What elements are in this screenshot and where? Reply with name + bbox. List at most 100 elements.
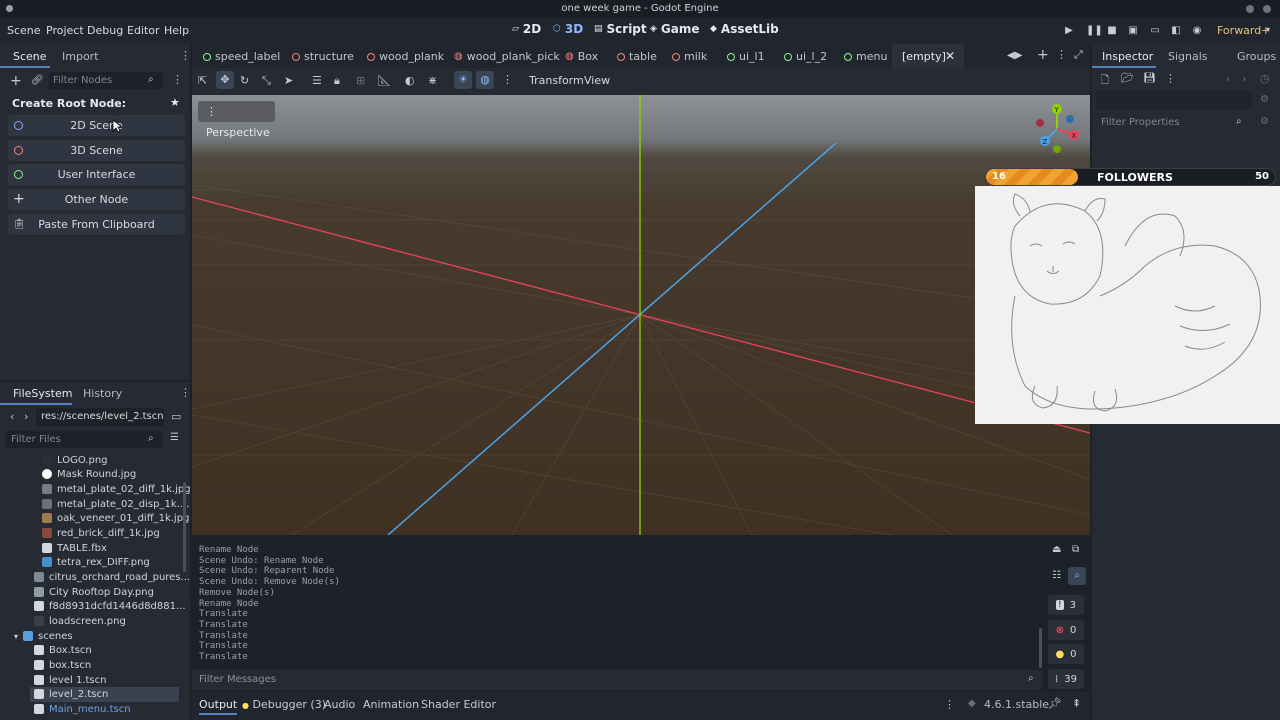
forward-icon[interactable]: › bbox=[24, 410, 28, 423]
star-icon[interactable]: ★ bbox=[170, 96, 180, 109]
folder-item[interactable]: ▾ scenes bbox=[14, 629, 73, 643]
add-tab-icon[interactable]: + bbox=[1037, 47, 1049, 63]
close-icon[interactable]: ✕ bbox=[945, 49, 955, 63]
list-item[interactable]: TABLE.fbx bbox=[42, 541, 107, 555]
scene-tab[interactable]: wood_plank bbox=[367, 50, 444, 63]
minimize-button[interactable] bbox=[1246, 5, 1254, 13]
save-icon[interactable]: 💾︎ bbox=[1143, 73, 1156, 84]
tab-history[interactable]: History bbox=[83, 387, 122, 400]
group-icon[interactable]: ⊞ bbox=[356, 74, 365, 87]
kebab-menu-icon[interactable]: ⋮ bbox=[1165, 72, 1176, 85]
filter-properties-input[interactable]: Filter Properties bbox=[1096, 114, 1252, 132]
view-gizmo[interactable]: Y X Z bbox=[1027, 101, 1087, 161]
tab-import[interactable]: Import bbox=[62, 50, 99, 63]
filter-files-input[interactable]: Filter Files bbox=[6, 431, 162, 448]
kebab-menu-icon[interactable]: ⋮ bbox=[180, 49, 191, 62]
environment-icon[interactable]: ◍ bbox=[476, 71, 494, 89]
workspace-game[interactable]: ◈ Game bbox=[650, 22, 700, 36]
list-item[interactable]: loadscreen.png bbox=[34, 614, 126, 628]
forward-icon[interactable]: › bbox=[1242, 72, 1246, 85]
settings-icon[interactable]: ⚙ bbox=[1260, 116, 1269, 127]
list-item[interactable]: metal_plate_02_disp_1k.... bbox=[42, 497, 189, 511]
list-item[interactable]: Mask Round.jpg bbox=[42, 467, 136, 481]
collapse-icon[interactable]: ☷ bbox=[1052, 570, 1061, 581]
distraction-free-icon[interactable]: ⤢ bbox=[1074, 48, 1083, 62]
3d-viewport[interactable]: ⋮ Perspective Y X Z bbox=[192, 95, 1090, 535]
list-item[interactable]: Box.tscn bbox=[34, 643, 92, 657]
close-window-button[interactable] bbox=[1263, 5, 1271, 13]
tab-output[interactable]: Output bbox=[199, 698, 238, 715]
kebab-menu-icon[interactable]: ⋮ bbox=[1056, 48, 1067, 61]
copy-icon[interactable]: ⧉ bbox=[1072, 544, 1079, 555]
history-icon[interactable]: ◷ bbox=[1260, 72, 1270, 85]
pin-icon[interactable]: 📌︎ bbox=[1048, 697, 1062, 710]
list-item[interactable]: metal_plate_02_diff_1k.jpg bbox=[42, 482, 191, 496]
new-resource-icon[interactable]: 🗋︎ bbox=[1101, 73, 1109, 90]
menu-editor[interactable]: Editor bbox=[127, 24, 160, 37]
paste-clipboard-button[interactable]: 📋︎ Paste From Clipboard bbox=[8, 214, 185, 235]
tab-filesystem[interactable]: FileSystem bbox=[13, 387, 72, 400]
workspace-3d[interactable]: ⬡ 3D bbox=[553, 22, 583, 36]
scale-icon[interactable]: ⤡ bbox=[262, 74, 271, 88]
scene-tab[interactable]: milk bbox=[672, 50, 707, 63]
list-item-selected[interactable]: level_2.tscn bbox=[34, 687, 108, 701]
filter-errors-button[interactable]: ⊗ 0 bbox=[1048, 620, 1084, 640]
filter-warnings-button[interactable]: ● 0 bbox=[1048, 644, 1084, 664]
movie-maker-icon[interactable]: ◉ bbox=[1192, 26, 1202, 36]
play-icon[interactable]: ▶ bbox=[1064, 26, 1074, 36]
link-icon[interactable]: 🔗︎ bbox=[31, 75, 44, 86]
menu-scene[interactable]: Scene bbox=[7, 24, 41, 37]
tab-animation[interactable]: Animation bbox=[363, 698, 419, 711]
scene-tab[interactable]: menu bbox=[844, 50, 887, 63]
add-node-icon[interactable]: + bbox=[10, 73, 22, 89]
filter-editor-button[interactable]: ⁞ 39 bbox=[1048, 669, 1084, 689]
lock-icon[interactable]: 🔒︎ bbox=[334, 74, 340, 88]
3d-scene-button[interactable]: 3D Scene bbox=[8, 140, 185, 161]
path-input[interactable]: res://scenes/level_2.tscn bbox=[36, 408, 164, 426]
kebab-menu-icon[interactable]: ⋮ bbox=[180, 386, 191, 399]
chevron-down-icon[interactable]: ▾ bbox=[1266, 25, 1270, 34]
scene-tab[interactable]: structure bbox=[292, 50, 354, 63]
tabs-scroll-icon[interactable]: ◀▶ bbox=[1007, 50, 1022, 61]
scene-tab[interactable]: table bbox=[617, 50, 657, 63]
kebab-menu-icon[interactable]: ⋮ bbox=[172, 73, 183, 86]
tab-inspector[interactable]: Inspector bbox=[1102, 50, 1153, 63]
object-menu-icon[interactable]: ⚙ bbox=[1260, 94, 1269, 105]
list-item[interactable]: red_brick_diff_1k.jpg bbox=[42, 526, 160, 540]
user-interface-button[interactable]: User Interface bbox=[8, 164, 185, 185]
list-item[interactable]: level 1.tscn bbox=[34, 673, 106, 687]
menu-help[interactable]: Help bbox=[164, 24, 189, 37]
move-icon[interactable]: ✥ bbox=[216, 71, 234, 89]
pointer-icon[interactable]: ➤ bbox=[284, 74, 293, 87]
renderer-select[interactable]: Forward+ bbox=[1217, 24, 1270, 37]
scene-tab[interactable]: ◍ wood_plank_pick bbox=[454, 50, 560, 63]
remote-debug-icon[interactable]: ▣ bbox=[1128, 26, 1138, 36]
tab-audio[interactable]: Audio bbox=[324, 698, 355, 711]
list-item[interactable]: f8d8931dcfd1446d8d881... bbox=[34, 599, 186, 613]
scene-tab[interactable]: speed_label bbox=[203, 50, 280, 63]
scene-tab[interactable]: ui_l_2 bbox=[784, 50, 827, 63]
kebab-menu-icon[interactable]: ⋮ bbox=[502, 73, 513, 86]
workspace-assetlib[interactable]: ◆ AssetLib bbox=[710, 22, 779, 36]
2d-scene-button[interactable]: 2D Scene bbox=[8, 115, 185, 136]
scrollbar[interactable] bbox=[1039, 628, 1042, 668]
pause-icon[interactable]: ❚❚ bbox=[1086, 26, 1103, 36]
snap-icon[interactable]: ⋇ bbox=[428, 74, 437, 87]
scrollbar[interactable] bbox=[183, 482, 186, 572]
workspace-script[interactable]: ▤ Script bbox=[594, 22, 647, 36]
menu-debug[interactable]: Debug bbox=[87, 24, 123, 37]
play-custom-icon[interactable]: ◧ bbox=[1171, 26, 1181, 36]
list-item[interactable]: LOGO.png bbox=[42, 453, 108, 467]
tab-shader-editor[interactable]: Shader Editor bbox=[421, 698, 496, 711]
select-icon[interactable]: ⇱ bbox=[198, 74, 207, 87]
list-item[interactable]: Main_menu.tscn bbox=[34, 702, 131, 716]
tab-groups[interactable]: Groups bbox=[1237, 50, 1276, 63]
rotate-icon[interactable]: ↻ bbox=[240, 74, 249, 87]
other-node-button[interactable]: + Other Node bbox=[8, 189, 185, 210]
split-view-icon[interactable]: ▭ bbox=[171, 410, 181, 423]
perspective-button[interactable]: ⋮ Perspective bbox=[198, 101, 275, 139]
filter-messages-button[interactable]: ! 3 bbox=[1048, 595, 1084, 615]
menu-project[interactable]: Project bbox=[46, 24, 84, 37]
object-path-field[interactable] bbox=[1096, 90, 1252, 110]
list-item[interactable]: citrus_orchard_road_pures... bbox=[34, 570, 190, 584]
